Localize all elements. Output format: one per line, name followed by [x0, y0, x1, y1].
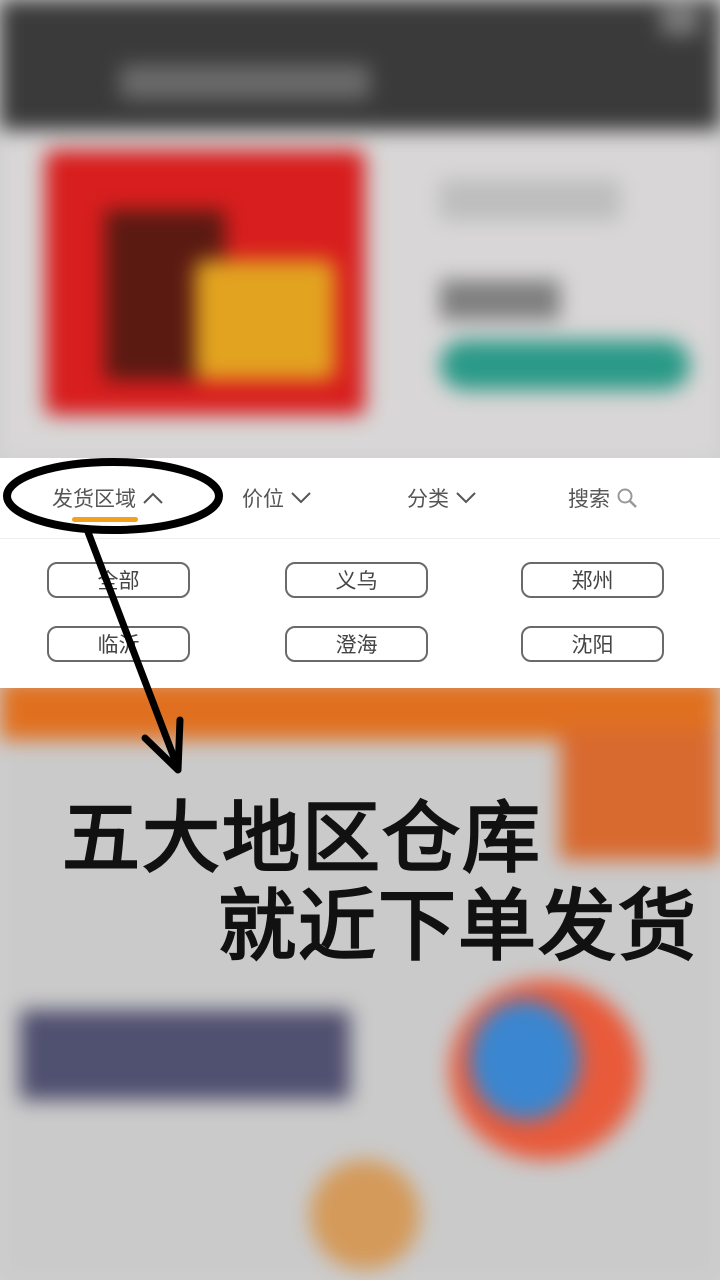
- search-icon: [617, 488, 637, 508]
- chevron-down-icon: [291, 492, 311, 504]
- tab-category-label: 分类: [407, 487, 449, 511]
- blurred-product-image: [45, 150, 365, 415]
- region-chip-linyi[interactable]: 临沂: [47, 626, 190, 662]
- tab-search[interactable]: 搜索: [568, 478, 638, 518]
- active-tab-indicator: [72, 517, 138, 522]
- region-chip-yiwu[interactable]: 义乌: [285, 562, 428, 598]
- region-chip-all[interactable]: 全部: [47, 562, 190, 598]
- region-chip-label: 郑州: [571, 569, 614, 593]
- blurred-green-button: [440, 340, 690, 390]
- region-chip-label: 义乌: [335, 569, 378, 593]
- region-chip-label: 澄海: [335, 633, 378, 657]
- region-chip-zhengzhou[interactable]: 郑州: [521, 562, 664, 598]
- region-chip-label: 沈阳: [571, 633, 614, 657]
- tab-shipping-region-label: 发货区域: [52, 487, 136, 511]
- blurred-header: [0, 0, 720, 130]
- annotation-caption-line2: 就近下单发货: [218, 882, 699, 972]
- tab-price[interactable]: 价位: [242, 478, 312, 518]
- filter-panel: 发货区域 价位 分类 搜索 全部 义乌 郑州 临沂 澄海 沈阳: [0, 458, 720, 688]
- tab-category[interactable]: 分类: [407, 478, 477, 518]
- region-chip-label: 全部: [97, 569, 140, 593]
- chevron-up-icon: [143, 492, 163, 504]
- filter-tabs: 发货区域 价位 分类 搜索: [0, 458, 720, 539]
- tab-search-label: 搜索: [568, 487, 610, 511]
- region-chip-label: 临沂: [97, 633, 140, 657]
- region-chip-chenghai[interactable]: 澄海: [285, 626, 428, 662]
- chevron-down-icon: [456, 492, 476, 504]
- tab-shipping-region[interactable]: 发货区域: [52, 478, 164, 518]
- tab-price-label: 价位: [242, 487, 284, 511]
- region-chip-shenyang[interactable]: 沈阳: [521, 626, 664, 662]
